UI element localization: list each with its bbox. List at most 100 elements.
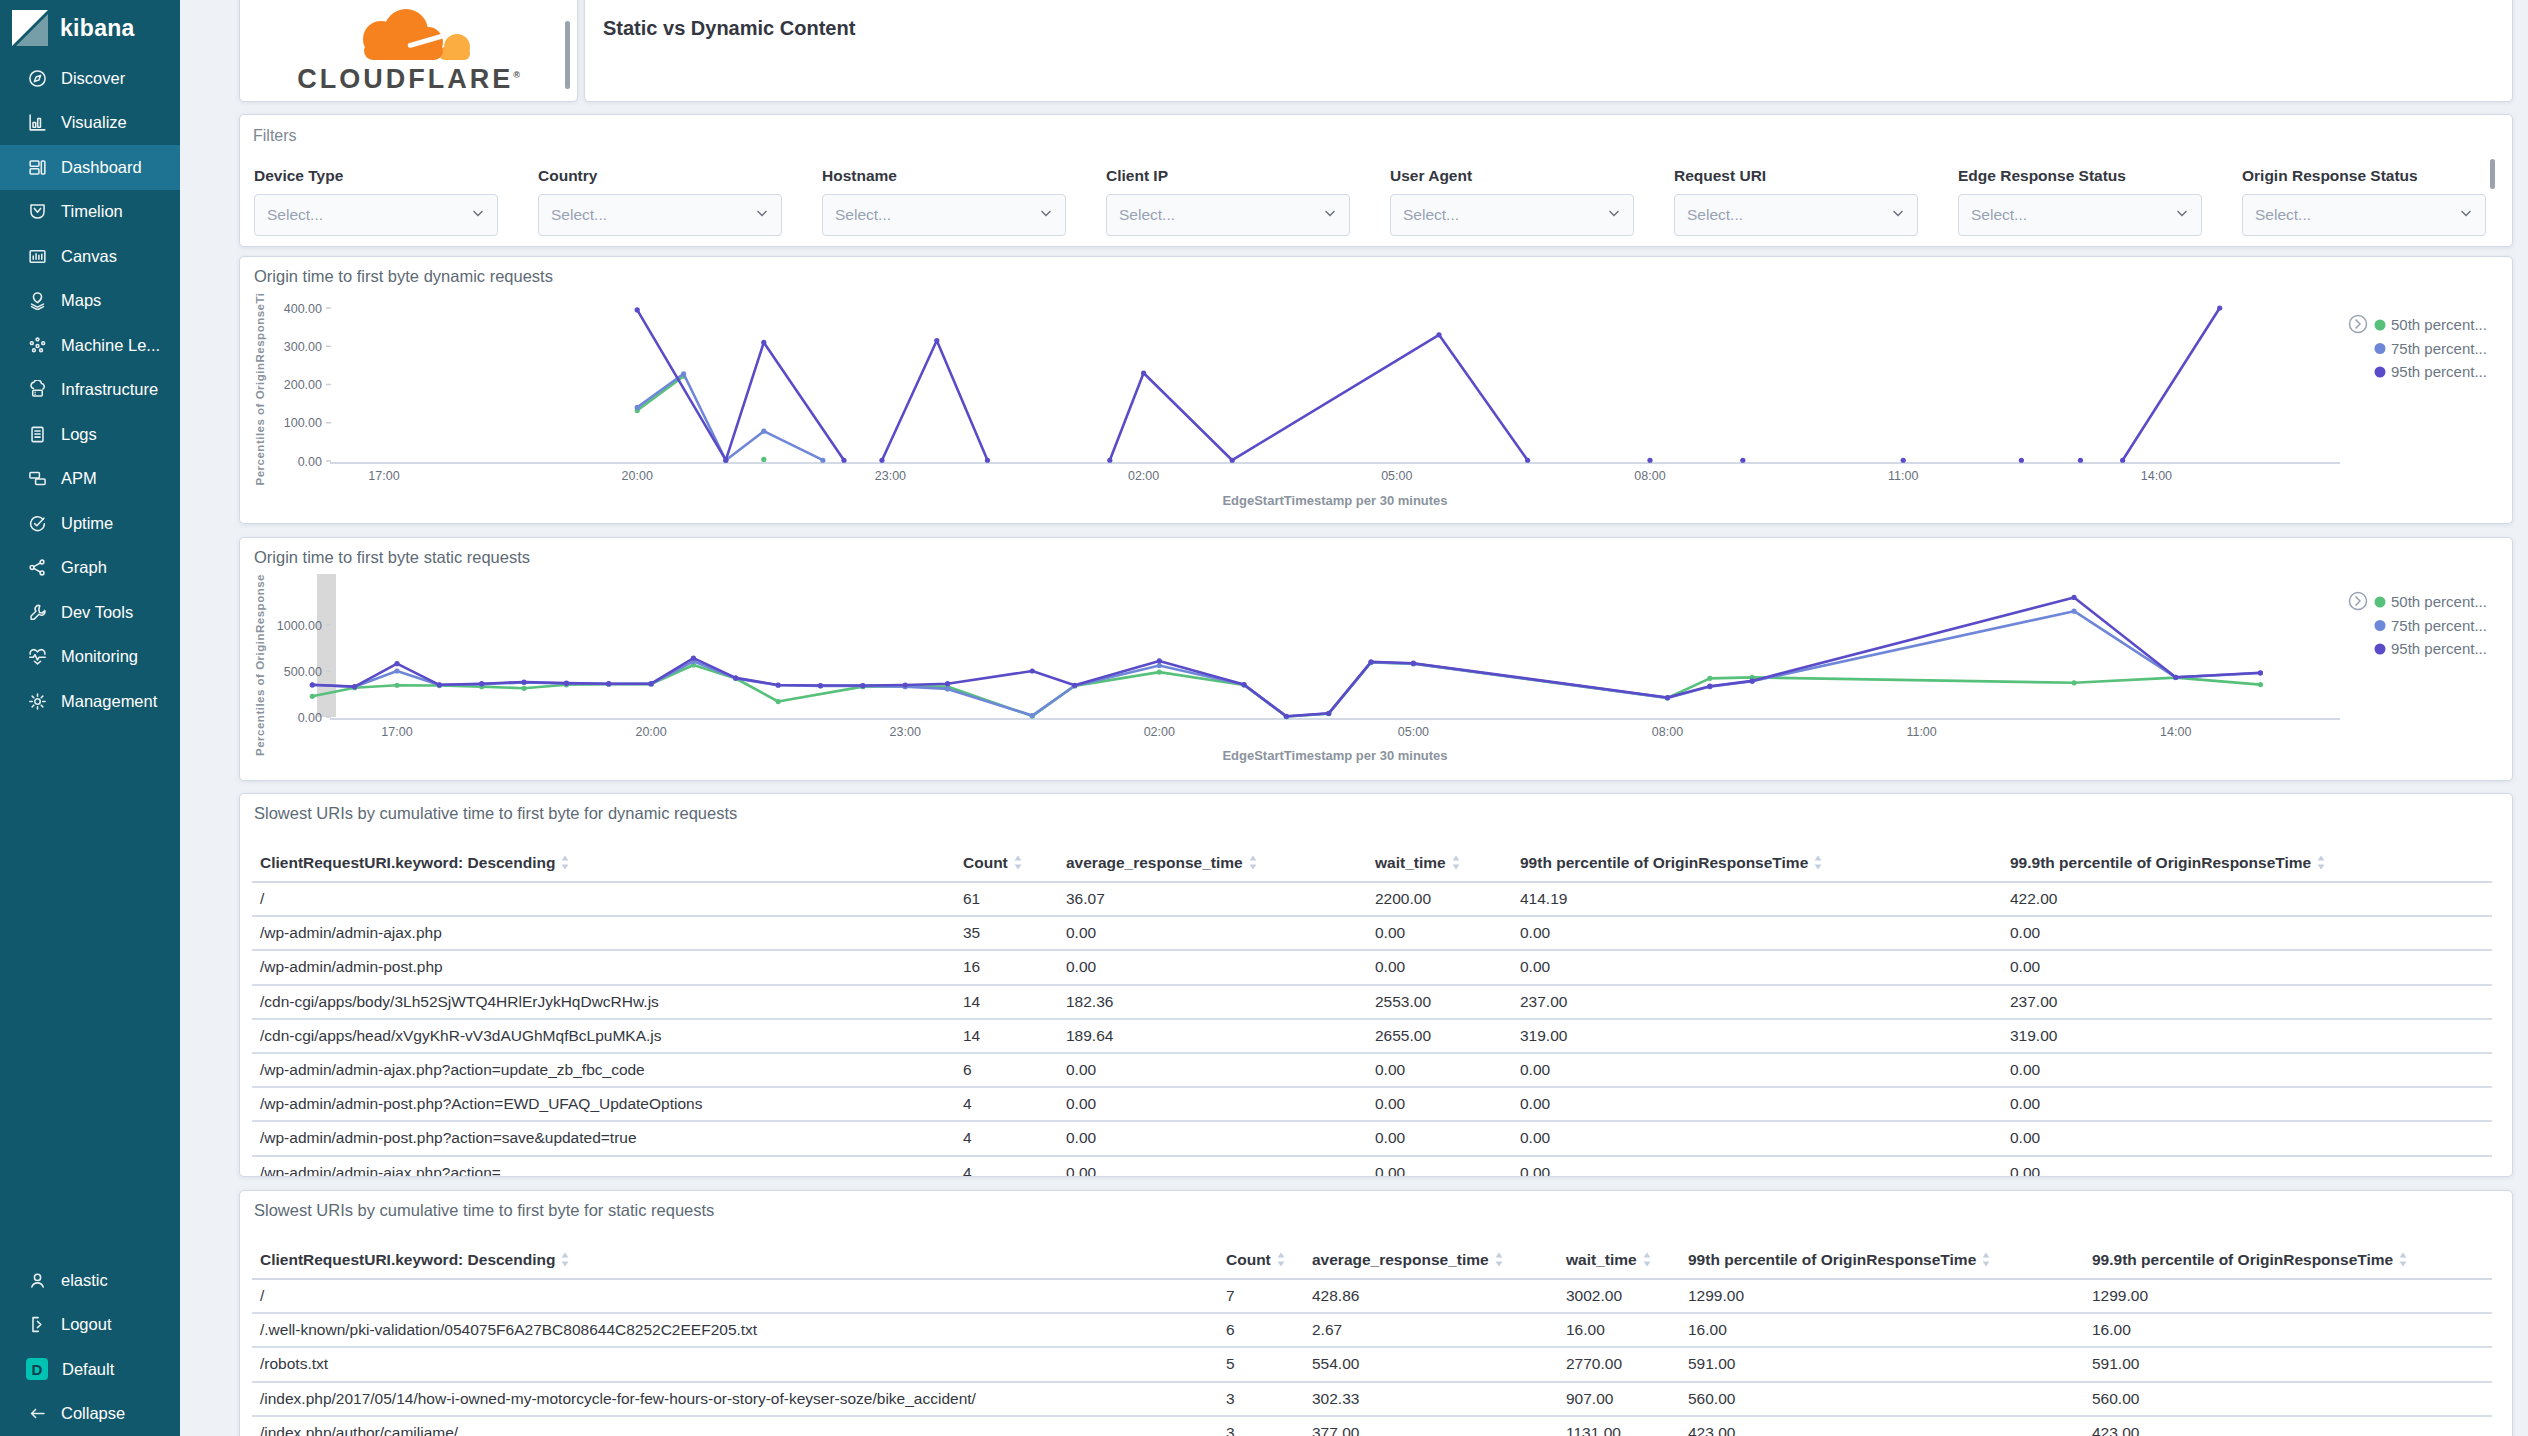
default-space-badge: D [26,1358,48,1380]
x-tick-label: 02:00 [1128,469,1159,483]
column-header[interactable]: 99.9th percentile of OriginResponseTime [2002,846,2492,882]
table-row: /wp-admin/admin-post.php160.000.000.000.… [252,950,2492,984]
table-header-row: ClientRequestURI.keyword: Descending Coun… [252,1243,2492,1279]
cloudflare-cloud-icon [309,6,509,68]
filter-label: Device Type [254,167,498,185]
legend-item[interactable]: 75th percent... [2391,340,2487,357]
series-line [882,341,988,461]
sidebar-item-logs[interactable]: Logs [0,412,180,457]
filters-panel: Filters Device TypeSelect...CountrySelec… [239,114,2513,247]
filter-select-origin-response-status[interactable]: Select... [2242,194,2486,236]
kibana-logo-icon [12,10,48,46]
filter-group-hostname: HostnameSelect... [822,167,1066,236]
y-axis-title: Percentiles of OriginResponseTi [254,293,266,486]
table-title: Slowest URIs by cumulative time to first… [254,804,737,823]
monitoring-icon [28,647,47,666]
panel-scrollbar[interactable] [2490,159,2495,189]
column-header[interactable]: Count [1218,1243,1304,1279]
legend-toggle-icon[interactable] [2350,593,2367,610]
markdown-panel-cloudflare: CLOUDFLARE® [239,0,578,102]
column-header[interactable]: Count [955,846,1058,882]
filter-group-client-ip: Client IPSelect... [1106,167,1350,236]
table-cell: 0.00 [1367,1121,1512,1155]
dashboard-title: Static vs Dynamic Content [585,0,2512,66]
filter-select-hostname[interactable]: Select... [822,194,1066,236]
legend-dot [2375,367,2386,378]
column-header[interactable]: ClientRequestURI.keyword: Descending [252,1243,1218,1279]
sidebar-item-monitoring[interactable]: Monitoring [0,635,180,680]
table-cell: 5 [1218,1347,1304,1381]
filter-select-user-agent[interactable]: Select... [1390,194,1634,236]
series-line [1110,335,1528,460]
x-tick-label: 23:00 [875,469,906,483]
filter-group-device-type: Device Type Select... [254,167,498,236]
series-line [312,597,2260,716]
filter-select-edge-response-status[interactable]: Select... [1958,194,2202,236]
sidebar-item-timelion[interactable]: Timelion [0,190,180,235]
sidebar-item-dashboard[interactable]: Dashboard [0,145,180,190]
filter-select-device-type[interactable]: Select... [254,194,498,236]
column-header[interactable]: ClientRequestURI.keyword: Descending [252,846,955,882]
table-row: /6136.072200.00414.19422.00 [252,882,2492,916]
column-header[interactable]: wait_time [1367,846,1512,882]
table-cell: 0.00 [2002,1087,2492,1121]
legend-toggle-icon[interactable] [2350,316,2367,333]
column-header[interactable]: 99th percentile of OriginResponseTime [1512,846,2002,882]
sidebar-item-visualize[interactable]: Visualize [0,101,180,146]
filter-label: User Agent [1390,167,1634,185]
apm-icon [28,469,47,488]
legend-item[interactable]: 50th percent... [2391,316,2487,333]
table-cell: 0.00 [1367,916,1512,950]
legend-item[interactable]: 50th percent... [2391,593,2487,610]
sidebar-item-label: Visualize [61,113,127,132]
legend-dot [2375,620,2386,631]
legend-item[interactable]: 75th percent... [2391,617,2487,634]
panel-scrollbar[interactable] [565,21,570,89]
sidebar-item-uptime[interactable]: Uptime [0,501,180,546]
filter-select-client-ip[interactable]: Select... [1106,194,1350,236]
column-header-label: average_response_time [1066,854,1243,871]
dashboard-icon [28,158,47,177]
sidebar-item-discover[interactable]: Discover [0,56,180,101]
visualize-icon [28,113,47,132]
sidebar-item-graph[interactable]: Graph [0,546,180,591]
table-cell: 4 [955,1121,1058,1155]
filter-select-request-uri[interactable]: Select... [1674,194,1918,236]
filter-group-user-agent: User Agent Select... [1390,167,1634,236]
column-header[interactable]: 99th percentile of OriginResponseTime [1680,1243,2084,1279]
table-row: /wp-admin/admin-ajax.php350.000.000.000.… [252,916,2492,950]
sidebar-item-elastic[interactable]: elastic [0,1258,180,1303]
table-cell: 2553.00 [1367,985,1512,1019]
sidebar-item-machine-le[interactable]: Machine Le... [0,323,180,368]
sidebar-item-label: APM [61,469,97,488]
global-nav: kibana Discover Visualize DashboardTimelio… [0,0,180,1436]
sidebar-item-infrastructure[interactable]: Infrastructure [0,368,180,413]
timelion-icon [28,202,47,221]
column-header[interactable]: wait_time [1558,1243,1680,1279]
y-axis-title: Percentiles of OriginResponse [254,574,266,756]
sidebar-item-apm[interactable]: APM [0,457,180,502]
column-header[interactable]: 99.9th percentile of OriginResponseTime [2084,1243,2492,1279]
sidebar-item-canvas[interactable]: Canvas [0,234,180,279]
legend-item[interactable]: 95th percent... [2391,640,2487,657]
legend-item[interactable]: 95th percent... [2391,363,2487,380]
sidebar-item-management[interactable]: Management [0,679,180,724]
sidebar-item-logout[interactable]: Logout [0,1303,180,1348]
sidebar-item-dev-tools[interactable]: Dev Tools [0,590,180,635]
column-header[interactable]: average_response_time [1304,1243,1558,1279]
chevron-down-icon [755,206,769,224]
filter-select-country[interactable]: Select... [538,194,782,236]
series-line [312,663,2260,717]
column-header-label: Count [1226,1251,1271,1268]
sidebar-item-default[interactable]: DDefault [0,1347,180,1392]
filters-panel-title: Filters [240,115,2512,145]
chevron-down-icon [2459,206,2473,224]
kibana-logo[interactable]: kibana [0,0,180,56]
sidebar-item-maps[interactable]: Maps [0,279,180,324]
table-row: /index.php/author/camiliame/3377.001131.… [252,1416,2492,1436]
sidebar-item-collapse[interactable]: Collapse [0,1392,180,1436]
maps-icon [28,291,47,310]
y-tick-label: 0.00 [298,455,322,469]
column-header[interactable]: average_response_time [1058,846,1367,882]
y-tick-label: 0.00 [298,711,322,725]
